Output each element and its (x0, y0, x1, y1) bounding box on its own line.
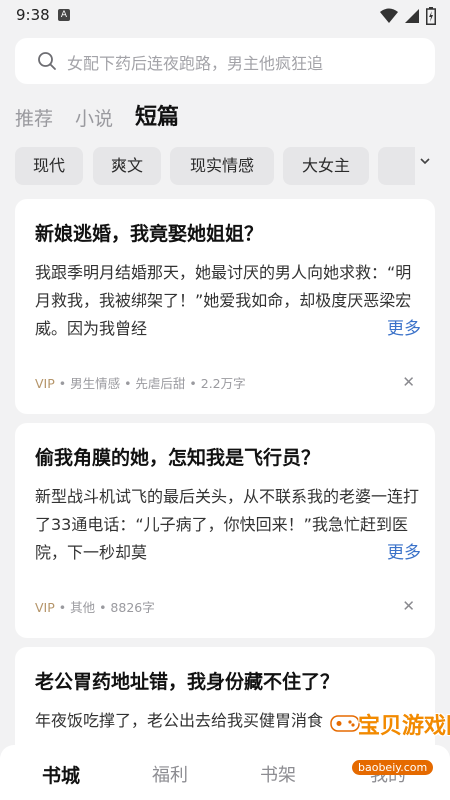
tab-recommend[interactable]: 推荐 (15, 104, 53, 131)
search-placeholder[interactable]: 女配下药后连夜跑路，男主他疯狂追 (67, 50, 323, 74)
story-card[interactable]: 新娘逃婚，我竟娶她姐姐？ 我跟季明月结婚那天，她最讨厌的男人向她求救：“明月救我… (15, 199, 435, 414)
story-title[interactable]: 新娘逃婚，我竟娶她姐姐？ (35, 219, 263, 246)
nav-bookstore[interactable]: 书城 (42, 761, 80, 788)
system-icons (380, 7, 436, 25)
close-icon[interactable]: ✕ (402, 373, 415, 391)
battery-icon (426, 7, 436, 25)
status-time: 9:38 (16, 6, 50, 24)
story-meta: VIP • 其他 • 8826字 (35, 597, 155, 616)
more-link[interactable]: 更多 (359, 539, 421, 567)
tab-short[interactable]: 短篇 (135, 99, 179, 131)
tab-novel[interactable]: 小说 (75, 104, 113, 131)
more-link[interactable]: 更多 (359, 315, 421, 343)
vip-badge: VIP (35, 600, 55, 615)
story-card[interactable]: 偷我角膜的她，怎知我是飞行员？ 新型战斗机试飞的最后关头，从不联系我的老婆一连打… (15, 423, 435, 638)
signal-icon (405, 9, 419, 23)
status-bar: 9:38 A (0, 0, 450, 32)
story-meta: VIP • 男生情感 • 先虐后甜 • 2.2万字 (35, 373, 246, 392)
watermark-url: baobeiy.com (352, 760, 434, 775)
vip-badge: VIP (35, 376, 55, 391)
chip-shuangwen[interactable]: 爽文 (93, 147, 161, 185)
watermark-text: 宝贝游戏网 (358, 714, 450, 739)
chip-strong-heroine[interactable]: 大女主 (283, 147, 369, 185)
nav-bookshelf[interactable]: 书架 (260, 761, 296, 787)
chevron-down-icon[interactable] (418, 154, 432, 168)
chip-partial[interactable] (378, 147, 415, 185)
chip-modern[interactable]: 现代 (15, 147, 83, 185)
story-tags: • 男生情感 • 先虐后甜 • 2.2万字 (54, 376, 246, 391)
search-icon (38, 52, 56, 70)
story-title[interactable]: 老公胃药地址错，我身份藏不住了？ (35, 667, 339, 694)
category-chips: 现代 爽文 现实情感 大女主 (15, 147, 415, 185)
search-bar[interactable]: 女配下药后连夜跑路，男主他疯狂追 (15, 38, 435, 84)
story-title[interactable]: 偷我角膜的她，怎知我是飞行员？ (35, 443, 320, 470)
nav-welfare[interactable]: 福利 (152, 761, 188, 787)
watermark: 宝贝游戏网 baobeiy.com (330, 708, 450, 780)
wifi-icon (380, 8, 398, 23)
story-tags: • 其他 • 8826字 (54, 600, 155, 615)
chip-realistic-emotion[interactable]: 现实情感 (170, 147, 274, 185)
notification-a-icon: A (58, 9, 70, 21)
content-tabs: 推荐 小说 短篇 (15, 99, 179, 131)
gamepad-logo-icon (330, 715, 360, 732)
close-icon[interactable]: ✕ (402, 597, 415, 615)
